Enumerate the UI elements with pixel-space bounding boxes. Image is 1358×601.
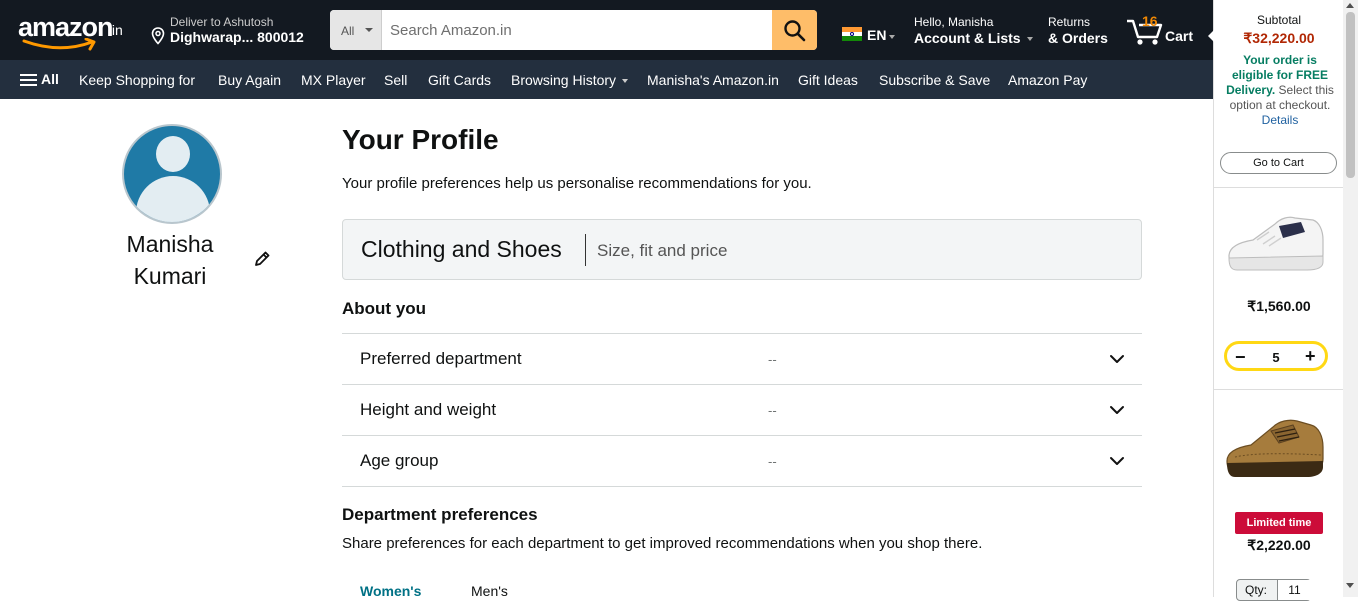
logo-smile-icon: [22, 38, 96, 51]
row-label: Height and weight: [360, 400, 497, 419]
edit-pencil-icon[interactable]: [253, 250, 271, 268]
profile-last-name: Kumari: [133, 263, 207, 289]
nav-browsing-history-label: Browsing History: [511, 72, 617, 88]
deliver-address: Dighwarap... 800012: [170, 29, 304, 45]
profile-first-name: Manisha: [126, 231, 214, 257]
nav-gift-cards[interactable]: Gift Cards: [428, 72, 491, 88]
preference-row-age-group[interactable]: Age group --: [342, 435, 1142, 486]
item-price: ₹1,560.00: [1247, 298, 1311, 314]
preference-row-height-weight[interactable]: Height and weight --: [342, 384, 1142, 435]
nav-gift-ideas[interactable]: Gift Ideas: [798, 72, 858, 88]
scroll-up-arrow-icon[interactable]: [1346, 3, 1354, 8]
scrollbar-thumb[interactable]: [1346, 12, 1355, 178]
tab-subtitle: Size, fit and price: [597, 241, 728, 260]
qty-label: Qty:: [1245, 583, 1268, 597]
qty-value: 11: [1277, 580, 1311, 600]
increase-quantity-button[interactable]: +: [1305, 347, 1316, 365]
caret-down-icon: [365, 28, 373, 32]
tab-title: Clothing and Shoes: [361, 236, 562, 262]
department-preferences-heading: Department preferences: [342, 505, 538, 524]
quantity-select[interactable]: Qty: 11: [1236, 579, 1311, 601]
page-subtitle: Your profile preferences help us persona…: [342, 175, 812, 192]
nav-browsing-history[interactable]: Browsing History: [511, 72, 629, 88]
scroll-down-arrow-icon[interactable]: [1346, 583, 1354, 588]
cart-label: Cart: [1165, 28, 1194, 44]
details-link[interactable]: Details: [1222, 113, 1338, 128]
search-category-label: All: [341, 24, 355, 38]
nav-keep-shopping-for[interactable]: Keep Shopping for: [79, 72, 195, 88]
nav-my-amazon[interactable]: Manisha's Amazon.in: [647, 72, 779, 88]
search-bar: All: [330, 10, 817, 50]
caret-down-icon: [889, 35, 895, 39]
language-code: EN: [867, 27, 887, 43]
chevron-down-icon: [1110, 406, 1124, 414]
tab-clothing-and-shoes[interactable]: Clothing and Shoes Size, fit and price: [342, 219, 1142, 280]
page-title: Your Profile: [342, 124, 499, 155]
subtotal-label: Subtotal: [1256, 13, 1302, 27]
cart-count: 16: [1142, 13, 1158, 29]
scrollbar[interactable]: [1343, 0, 1358, 597]
account-and-lists[interactable]: Hello, Manisha Account & Lists: [914, 15, 1033, 46]
profile-name: Manisha Kumari: [100, 228, 240, 292]
limited-time-badge: Limited time: [1235, 512, 1323, 534]
go-to-cart-button[interactable]: Go to Cart: [1220, 152, 1337, 174]
avatar[interactable]: [122, 124, 222, 224]
nav-sell[interactable]: Sell: [384, 72, 407, 88]
chevron-down-icon: [1110, 457, 1124, 465]
free-delivery-message: Your order is eligible for FREE Delivery…: [1222, 53, 1338, 128]
nav-amazon-pay[interactable]: Amazon Pay: [1008, 72, 1087, 88]
tab-divider: [585, 234, 586, 266]
deliver-to-label: Deliver to Ashutosh: [170, 15, 274, 29]
search-input[interactable]: [382, 10, 772, 50]
quantity-stepper: − 5 +: [1224, 341, 1328, 371]
subtotal-value: ₹32,220.00: [1243, 30, 1315, 46]
search-icon: [784, 20, 806, 42]
orders-label: & Orders: [1048, 30, 1108, 46]
india-flag-icon: [842, 27, 862, 41]
deliver-to-location[interactable]: Deliver to Ashutosh Dighwarap... 800012: [151, 13, 316, 49]
chevron-down-icon: [1110, 355, 1124, 363]
top-nav-bar: amazon .in Deliver to Ashutosh Dighwarap…: [0, 0, 1213, 60]
nav-mx-player[interactable]: MX Player: [301, 72, 366, 88]
cart-side-panel: Subtotal ₹32,220.00 Your order is eligib…: [1208, 0, 1344, 601]
search-button[interactable]: [772, 10, 817, 50]
nav-buy-again[interactable]: Buy Again: [218, 72, 281, 88]
row-label: Age group: [360, 451, 439, 470]
divider: [1214, 389, 1344, 390]
account-lists-label: Account & Lists: [914, 30, 1021, 46]
all-menu-label: All: [41, 71, 59, 87]
search-category-select[interactable]: All: [330, 10, 382, 50]
row-value: --: [768, 352, 777, 367]
returns-and-orders[interactable]: Returns & Orders: [1048, 15, 1108, 46]
row-label: Preferred department: [360, 349, 522, 368]
amazon-logo[interactable]: amazon .in: [16, 10, 134, 52]
divider: [342, 486, 1142, 487]
returns-label: Returns: [1048, 15, 1091, 29]
department-preferences-subtitle: Share preferences for each department to…: [342, 535, 983, 552]
caret-down-icon: [622, 79, 629, 83]
location-pin-icon: [151, 27, 165, 45]
account-greeting: Hello, Manisha: [914, 15, 994, 29]
all-menu-button[interactable]: All: [20, 71, 59, 87]
caret-down-icon: [1026, 37, 1033, 41]
white-sneaker-image[interactable]: [1223, 210, 1327, 280]
about-you-heading: About you: [342, 299, 427, 318]
item-price: ₹2,220.00: [1247, 537, 1311, 553]
divider: [1214, 187, 1344, 188]
preference-row-department[interactable]: Preferred department --: [342, 333, 1142, 384]
cart-button[interactable]: 16 Cart: [1126, 13, 1206, 49]
row-value: --: [768, 403, 777, 418]
logo-tld: .in: [108, 22, 123, 38]
nav-subscribe-and-save[interactable]: Subscribe & Save: [879, 72, 990, 88]
secondary-nav-bar: All Keep Shopping for Buy Again MX Playe…: [0, 60, 1213, 99]
row-value: --: [768, 454, 777, 469]
hamburger-menu-icon: [20, 74, 37, 86]
brown-shoe-image[interactable]: [1223, 417, 1327, 487]
